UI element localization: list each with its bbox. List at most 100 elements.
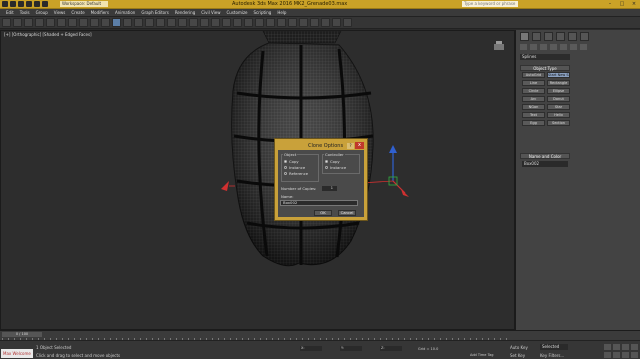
cancel-button[interactable]: Cancel bbox=[338, 210, 356, 216]
star-button[interactable]: Star bbox=[547, 104, 570, 110]
circle-button[interactable]: Circle bbox=[522, 88, 545, 94]
category-dropdown[interactable]: Splines bbox=[520, 54, 570, 60]
object-name-field[interactable]: Box002 bbox=[522, 161, 568, 167]
maximize-viewport-icon[interactable] bbox=[631, 352, 638, 358]
shapes-icon[interactable] bbox=[530, 44, 537, 50]
clone-name-input[interactable]: Box002 bbox=[280, 200, 358, 206]
orthographic-viewport[interactable]: [+] [Orthographic] [Shaded + Edged Faces… bbox=[0, 30, 515, 330]
material-editor-icon[interactable] bbox=[310, 18, 319, 27]
angle-snap-icon[interactable] bbox=[200, 18, 209, 27]
radio-reference[interactable]: Reference bbox=[284, 171, 308, 176]
key-filters-button[interactable]: Key Filters... bbox=[540, 353, 564, 358]
redo-tool-icon[interactable] bbox=[13, 18, 22, 27]
pivot-center-icon[interactable] bbox=[156, 18, 165, 27]
systems-icon[interactable] bbox=[580, 44, 587, 50]
undo-icon[interactable] bbox=[34, 1, 40, 7]
radio-instance[interactable]: Instance bbox=[284, 165, 305, 170]
select-rotate-icon[interactable] bbox=[123, 18, 132, 27]
reference-coordinate-icon[interactable] bbox=[145, 18, 154, 27]
keyboard-shortcut-icon[interactable] bbox=[178, 18, 187, 27]
rendered-frame-icon[interactable] bbox=[332, 18, 341, 27]
controller-radio-copy[interactable]: Copy bbox=[325, 159, 340, 164]
viewport-label[interactable]: [+] [Orthographic] [Shaded + Edged Faces… bbox=[4, 32, 92, 37]
select-move-icon[interactable] bbox=[112, 18, 121, 27]
spinner-snap-icon[interactable] bbox=[222, 18, 231, 27]
menu-create[interactable]: Create bbox=[71, 10, 84, 15]
mirror-icon[interactable] bbox=[244, 18, 253, 27]
pan-icon[interactable] bbox=[613, 352, 620, 358]
render-production-icon[interactable] bbox=[343, 18, 352, 27]
line-button[interactable]: Line bbox=[522, 80, 545, 86]
select-manipulate-icon[interactable] bbox=[167, 18, 176, 27]
text-button[interactable]: Text bbox=[522, 112, 545, 118]
selection-region-icon[interactable] bbox=[90, 18, 99, 27]
schematic-view-icon[interactable] bbox=[299, 18, 308, 27]
controller-radio-instance[interactable]: Instance bbox=[325, 165, 346, 170]
help-button[interactable]: ? bbox=[347, 143, 354, 149]
set-key-button[interactable]: Set Key bbox=[510, 353, 525, 358]
snaps-toggle-icon[interactable] bbox=[189, 18, 198, 27]
rectangle-button[interactable]: Rectangle bbox=[547, 80, 570, 86]
workspace-dropdown[interactable]: Workspace: Default bbox=[60, 1, 108, 7]
select-scale-icon[interactable] bbox=[134, 18, 143, 27]
menu-animation[interactable]: Animation bbox=[115, 10, 135, 15]
add-time-tag-button[interactable]: Add Time Tag bbox=[470, 353, 494, 357]
egg-button[interactable]: Egg bbox=[522, 120, 545, 126]
named-selection-icon[interactable] bbox=[233, 18, 242, 27]
radio-copy[interactable]: Copy bbox=[284, 159, 299, 164]
save-file-icon[interactable] bbox=[26, 1, 32, 7]
open-file-icon[interactable] bbox=[18, 1, 24, 7]
app-menu-icon[interactable] bbox=[2, 1, 8, 7]
y-coordinate-field[interactable]: Y: bbox=[340, 346, 362, 351]
percent-snap-icon[interactable] bbox=[211, 18, 220, 27]
menu-civil-view[interactable]: Civil View bbox=[201, 10, 220, 15]
maxscript-listener[interactable]: Max Welcome bbox=[1, 349, 33, 358]
x-coordinate-field[interactable]: X: bbox=[300, 346, 322, 351]
zoom-all-icon[interactable] bbox=[613, 344, 620, 350]
maximize-button[interactable]: □ bbox=[618, 1, 626, 7]
utilities-tab-icon[interactable] bbox=[580, 32, 589, 41]
zoom-extents-all-icon[interactable] bbox=[631, 344, 638, 350]
minimize-button[interactable]: – bbox=[606, 1, 614, 7]
hierarchy-tab-icon[interactable] bbox=[544, 32, 553, 41]
space-warps-icon[interactable] bbox=[570, 44, 577, 50]
start-new-shape-checkbox[interactable]: Start New Shape bbox=[547, 72, 570, 78]
menu-group[interactable]: Group bbox=[36, 10, 48, 15]
modify-tab-icon[interactable] bbox=[532, 32, 541, 41]
helix-button[interactable]: Helix bbox=[547, 112, 570, 118]
ngon-button[interactable]: NGon bbox=[522, 104, 545, 110]
graphite-ribbon-icon[interactable] bbox=[277, 18, 286, 27]
align-icon[interactable] bbox=[255, 18, 264, 27]
arc-button[interactable]: Arc bbox=[522, 96, 545, 102]
menu-scripting[interactable]: Scripting bbox=[254, 10, 272, 15]
menu-tools[interactable]: Tools bbox=[20, 10, 30, 15]
menu-edit[interactable]: Edit bbox=[6, 10, 14, 15]
object-type-rollout[interactable]: Object Type bbox=[520, 65, 570, 71]
menu-customize[interactable]: Customize bbox=[227, 10, 248, 15]
z-coordinate-field[interactable]: Z: bbox=[380, 346, 402, 351]
window-crossing-icon[interactable] bbox=[101, 18, 110, 27]
link-icon[interactable] bbox=[24, 18, 33, 27]
autogrid-checkbox[interactable]: AutoGrid bbox=[522, 72, 545, 78]
field-of-view-icon[interactable] bbox=[604, 352, 611, 358]
menu-views[interactable]: Views bbox=[54, 10, 66, 15]
auto-key-button[interactable]: Auto Key bbox=[510, 345, 528, 350]
select-object-icon[interactable] bbox=[68, 18, 77, 27]
menu-rendering[interactable]: Rendering bbox=[175, 10, 195, 15]
menu-modifiers[interactable]: Modifiers bbox=[91, 10, 109, 15]
cameras-icon[interactable] bbox=[550, 44, 557, 50]
undo-tool-icon[interactable] bbox=[2, 18, 11, 27]
orbit-icon[interactable] bbox=[622, 352, 629, 358]
copies-spinner[interactable]: 1 bbox=[322, 186, 337, 191]
ok-button[interactable]: OK bbox=[314, 210, 332, 216]
selection-filter-icon[interactable] bbox=[57, 18, 66, 27]
viewcube-icon[interactable] bbox=[492, 41, 506, 51]
new-file-icon[interactable] bbox=[10, 1, 16, 7]
motion-tab-icon[interactable] bbox=[556, 32, 565, 41]
bind-space-warp-icon[interactable] bbox=[46, 18, 55, 27]
name-color-rollout[interactable]: Name and Color bbox=[520, 153, 570, 159]
key-mode-dropdown[interactable]: Selected bbox=[540, 344, 568, 350]
redo-icon[interactable] bbox=[42, 1, 48, 7]
menu-help[interactable]: Help bbox=[277, 10, 286, 15]
select-by-name-icon[interactable] bbox=[79, 18, 88, 27]
